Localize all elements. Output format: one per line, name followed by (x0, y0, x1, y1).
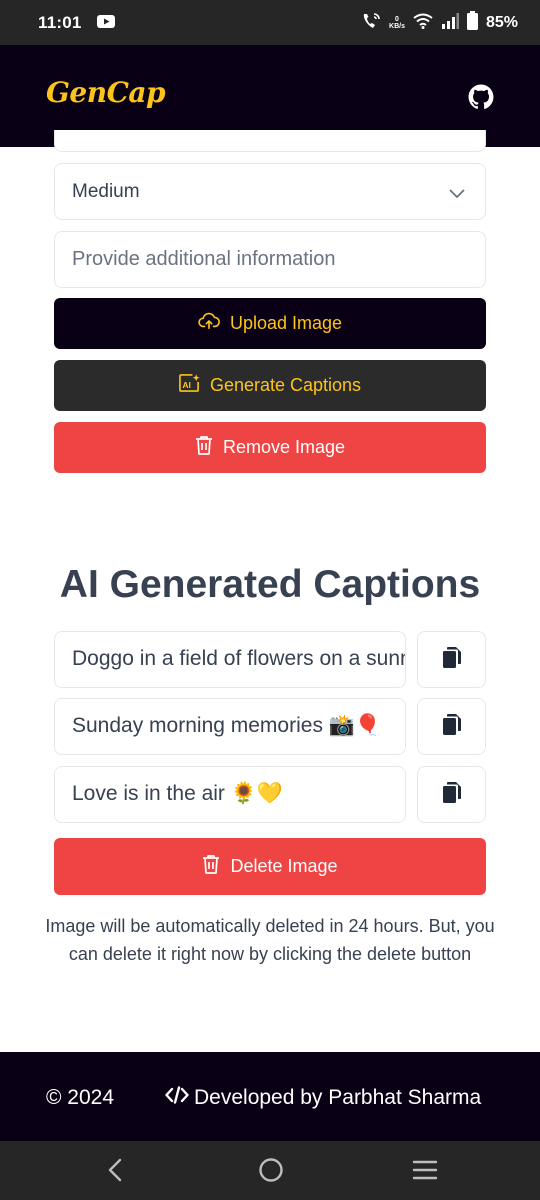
captions-section-title: AI Generated Captions (59, 563, 481, 606)
generate-captions-button[interactable]: AI Generate Captions (54, 360, 486, 411)
remove-image-button[interactable]: Remove Image (54, 422, 486, 473)
delete-image-label: Delete Image (230, 856, 338, 876)
back-icon[interactable] (106, 1157, 124, 1188)
caption-text: Sunday morning memories 📸🎈 (72, 714, 382, 737)
system-nav-bar (0, 1141, 540, 1200)
caption-field[interactable]: Sunday morning memories 📸🎈 (54, 698, 406, 755)
copy-icon (442, 781, 461, 808)
app-logo[interactable]: GenCap (46, 76, 166, 109)
status-icons: 0 KB/s 85% (361, 11, 518, 35)
trash-icon (202, 854, 220, 879)
additional-info-input[interactable] (55, 232, 485, 287)
wifi-call-icon (361, 12, 381, 35)
developer-credit-label: Developed by Parbhat Sharma (194, 1086, 482, 1109)
additional-info-field[interactable] (54, 231, 486, 288)
status-bar: 11:01 0 KB/s 85% (0, 0, 540, 45)
developer-credit[interactable]: Developed by Parbhat Sharma (165, 1086, 481, 1110)
caption-length-select[interactable]: Medium (54, 163, 486, 220)
battery-percent: 85% (485, 14, 518, 31)
svg-text:AI: AI (182, 380, 191, 390)
caption-length-value: Medium (72, 181, 140, 202)
footer: © 2024 Developed by Parbhat Sharma (0, 1052, 540, 1141)
caption-field[interactable]: Love is in the air 🌻💛 (54, 766, 406, 823)
copy-icon (442, 713, 461, 740)
previous-field-edge[interactable] (54, 130, 486, 152)
caption-text: Love is in the air 🌻💛 (72, 782, 284, 805)
caption-field[interactable]: Doggo in a field of flowers on a sunny d… (54, 631, 406, 688)
upload-image-button[interactable]: Upload Image (54, 298, 486, 349)
network-speed: 0 KB/s (389, 16, 405, 30)
chevron-down-icon (449, 186, 465, 198)
copy-caption-button[interactable] (417, 698, 486, 755)
generate-captions-label: Generate Captions (209, 375, 362, 395)
upload-image-label: Upload Image (229, 313, 343, 333)
trash-icon (195, 435, 213, 460)
remove-image-label: Remove Image (222, 437, 346, 457)
delete-image-button[interactable]: Delete Image (54, 838, 486, 895)
copy-icon (442, 646, 461, 673)
youtube-notification-icon (97, 15, 115, 33)
signal-icon (441, 12, 459, 34)
code-icon (165, 1086, 189, 1110)
wifi-icon (413, 13, 433, 34)
auto-delete-note: Image will be automatically deleted in 2… (45, 916, 495, 964)
copyright-text: © 2024 (46, 1086, 115, 1109)
caption-text: Doggo in a field of flowers on a sunny d… (72, 647, 405, 670)
github-icon[interactable] (468, 84, 494, 110)
recents-icon[interactable] (412, 1157, 438, 1188)
ai-image-icon: AI (179, 373, 200, 398)
cloud-upload-icon (198, 312, 220, 335)
home-icon[interactable] (258, 1157, 284, 1188)
copy-caption-button[interactable] (417, 766, 486, 823)
status-time: 11:01 (38, 13, 82, 32)
battery-icon (466, 11, 478, 35)
copy-caption-button[interactable] (417, 631, 486, 688)
